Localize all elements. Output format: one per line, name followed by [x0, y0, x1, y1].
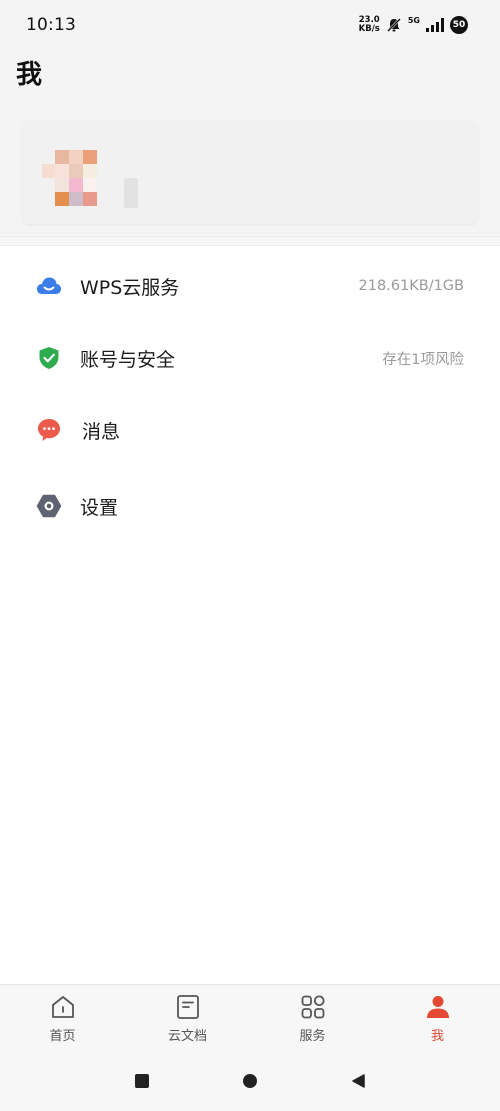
menu-item-label: WPS云服务	[80, 276, 180, 299]
document-icon	[176, 995, 199, 1019]
profile-section	[0, 102, 500, 236]
status-bar: 10:13 23.0 KB/s 5G 50	[0, 0, 500, 50]
menu-item-label: 消息	[82, 420, 121, 443]
settings-hexagon-icon	[36, 493, 62, 519]
status-time: 10:13	[26, 15, 76, 35]
home-button[interactable]	[243, 1074, 257, 1088]
menu-item-label: 账号与安全	[80, 348, 176, 371]
home-icon	[51, 996, 74, 1018]
tab-label: 我	[430, 1029, 444, 1044]
menu-item-messages[interactable]: 消息	[0, 394, 500, 466]
menu-item-account-security[interactable]: 账号与安全 存在1项风险	[0, 322, 500, 394]
cloud-storage-usage: 218.61KB/1GB	[358, 278, 465, 294]
tab-label: 首页	[49, 1029, 76, 1044]
message-bubble-icon	[36, 417, 62, 443]
menu-item-settings[interactable]: 设置	[0, 470, 500, 542]
tab-services[interactable]: 服务	[250, 985, 375, 1049]
network-speed: 23.0 KB/s	[359, 16, 380, 34]
top-area: 10:13 23.0 KB/s 5G 50 我	[0, 0, 500, 103]
status-indicators: 23.0 KB/s 5G 50	[359, 14, 468, 36]
grid-apps-icon	[301, 995, 325, 1019]
signal-type: 5G	[407, 15, 420, 25]
menu-item-label: 设置	[80, 496, 119, 519]
back-button[interactable]	[351, 1074, 365, 1088]
system-nav-bar	[0, 1048, 500, 1111]
recent-apps-button[interactable]	[135, 1074, 149, 1088]
muted-bell-icon	[386, 18, 401, 32]
bottom-nav: 首页 云文档 服务 我	[0, 984, 500, 1049]
section-divider	[0, 236, 500, 246]
tab-cloud-docs[interactable]: 云文档	[125, 985, 250, 1049]
tab-me[interactable]: 我	[375, 985, 500, 1049]
security-risk-status: 存在1项风险	[382, 351, 464, 368]
tab-label: 云文档	[167, 1029, 207, 1044]
page-title: 我	[16, 60, 43, 90]
profile-card[interactable]	[22, 120, 478, 224]
cloud-icon	[36, 273, 62, 299]
tab-home[interactable]: 首页	[0, 985, 125, 1049]
menu-list: WPS云服务 218.61KB/1GB 账号与安全 存在1项风险 消息 设置	[0, 250, 500, 542]
username-redacted	[124, 178, 138, 208]
network-speed-unit: KB/s	[358, 24, 380, 34]
shield-check-icon	[36, 345, 62, 371]
avatar[interactable]	[42, 150, 98, 206]
menu-item-wps-cloud[interactable]: WPS云服务 218.61KB/1GB	[0, 250, 500, 322]
signal-strength-icon	[426, 18, 444, 32]
tab-label: 服务	[299, 1029, 326, 1044]
battery-indicator: 50	[450, 16, 468, 34]
profile-icon	[426, 996, 449, 1018]
